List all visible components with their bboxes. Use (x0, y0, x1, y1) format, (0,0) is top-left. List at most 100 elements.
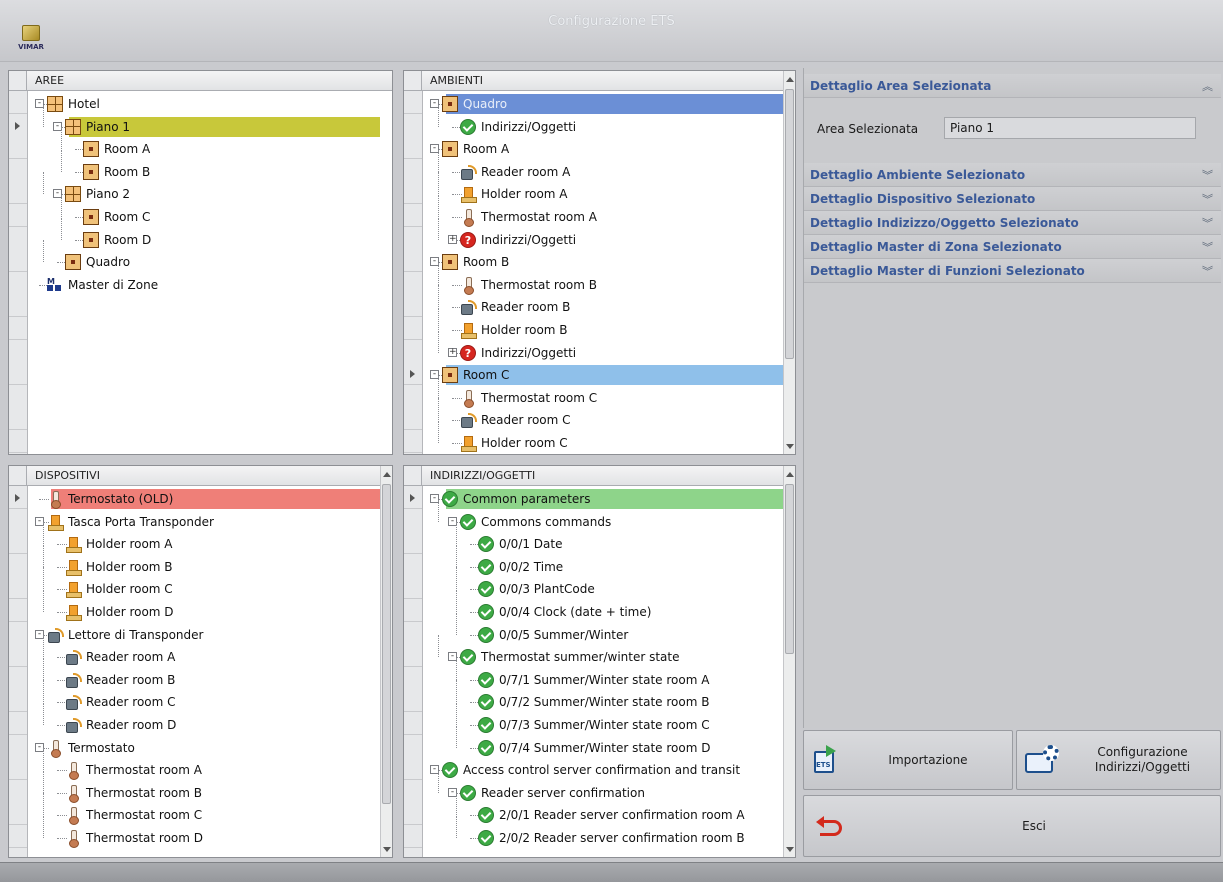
chevron-down-icon[interactable]: ︾ (1202, 191, 1213, 207)
tree-row[interactable]: - Tasca Porta Transponder (29, 511, 380, 533)
scroll-up-arrow-icon[interactable] (785, 468, 795, 480)
row-selector-cell[interactable] (404, 430, 422, 453)
row-selector-cell[interactable] (404, 712, 422, 735)
row-selector-cell[interactable] (404, 384, 422, 408)
tree-row[interactable]: Holder room D (29, 590, 380, 623)
row-selector-cell[interactable] (9, 734, 27, 758)
tree-row[interactable]: 2/0/2 Reader server confirmation room B (424, 816, 783, 849)
tree-row[interactable]: Holder room C (29, 567, 380, 600)
row-selector-cell[interactable] (9, 508, 27, 532)
row-selector-cell[interactable] (404, 576, 422, 600)
row-selector-cell[interactable] (9, 553, 27, 577)
row-selector-cell[interactable] (9, 407, 27, 431)
header-select-cell[interactable] (9, 466, 27, 485)
tree-row[interactable]: Quadro (29, 240, 380, 273)
current-row-indicator[interactable] (404, 486, 422, 509)
tree-row[interactable]: Reader room C (29, 680, 380, 713)
tree-row[interactable]: +? Indirizzi/Oggetti (424, 217, 783, 251)
config-addresses-button[interactable]: Configurazione Indirizzi/Oggetti (1016, 730, 1221, 790)
area-selezionata-field[interactable]: Piano 1 (944, 117, 1196, 139)
tree-row[interactable]: Holder room C (424, 421, 783, 454)
tree-row[interactable]: - Lettore di Transponder (29, 624, 380, 646)
tree-row[interactable]: - Quadro (424, 93, 783, 115)
accordion-master-funzioni-header[interactable]: Dettaglio Master di Funzioni Selezionato… (804, 259, 1221, 283)
indirizzi-scrollbar[interactable] (783, 466, 795, 857)
row-selector-cell[interactable] (404, 91, 422, 114)
expand-icon[interactable]: + (448, 347, 457, 357)
row-selector-cell[interactable] (404, 407, 422, 431)
tree-row[interactable]: Termostato (OLD) (29, 488, 380, 510)
tree-row[interactable]: Room D (29, 217, 380, 251)
tree-row[interactable]: 0/7/2 Summer/Winter state room B (424, 680, 783, 713)
row-selector-cell[interactable] (9, 91, 27, 114)
tree-row[interactable]: Holder room A (424, 172, 783, 205)
row-selector-cell[interactable] (404, 136, 422, 160)
tree-row[interactable]: 0/7/1 Summer/Winter state room A (424, 657, 783, 691)
tree-row[interactable]: - Piano 1 (29, 104, 380, 138)
row-selector-cell[interactable] (404, 779, 422, 803)
scroll-down-arrow-icon[interactable] (785, 843, 795, 855)
tree-row[interactable]: - Room B (424, 251, 783, 273)
ambienti-scrollbar[interactable] (783, 71, 795, 454)
row-selector-cell[interactable] (9, 271, 27, 295)
row-selector-cell[interactable] (404, 204, 422, 227)
tree-row[interactable]: Reader room B (424, 285, 783, 318)
row-selector-cell[interactable] (404, 644, 422, 668)
scrollbar-thumb[interactable] (785, 89, 794, 359)
row-selector-cell[interactable] (9, 712, 27, 735)
accordion-master-zona-header[interactable]: Dettaglio Master di Zona Selezionato ︾ (804, 235, 1221, 259)
row-selector-cell[interactable] (9, 689, 27, 713)
row-selector-cell[interactable] (9, 294, 27, 318)
tree-row[interactable]: 2/0/1 Reader server confirmation room A (424, 793, 783, 826)
header-select-cell[interactable] (404, 71, 422, 90)
tree-row[interactable]: - Room C (424, 364, 783, 386)
row-selector-cell[interactable] (9, 576, 27, 600)
tree-row[interactable]: - Reader server confirmation (424, 770, 783, 804)
tree-row[interactable]: Reader room D (29, 703, 380, 736)
row-selector-cell[interactable] (9, 802, 27, 826)
row-selector-cell[interactable] (9, 825, 27, 848)
row-selector-cell[interactable] (9, 452, 27, 454)
tree-row[interactable]: Reader room C (424, 398, 783, 431)
tree-row[interactable]: Thermostat room D (29, 816, 380, 849)
accordion-dispositivo-header[interactable]: Dettaglio Dispositivo Selezionato ︾ (804, 187, 1221, 211)
tree-row[interactable]: - Piano 2 (29, 172, 380, 205)
row-selector-cell[interactable] (9, 384, 27, 408)
tree-row[interactable]: - Thermostat summer/winter state (424, 635, 783, 668)
chevron-down-icon[interactable]: ︾ (1202, 239, 1213, 255)
tree-row[interactable]: Thermostat room A (29, 748, 380, 781)
tree-row[interactable]: Thermostat room B (29, 770, 380, 804)
scroll-up-arrow-icon[interactable] (785, 73, 795, 85)
scrollbar-thumb[interactable] (785, 484, 794, 654)
tree-row[interactable]: 0/7/3 Summer/Winter state room C (424, 703, 783, 736)
row-selector-cell[interactable] (9, 317, 27, 340)
tree-row[interactable]: Room C (29, 195, 380, 228)
row-selector-cell[interactable] (404, 599, 422, 622)
row-selector-cell[interactable] (9, 158, 27, 182)
tree-row[interactable]: Holder room B (29, 544, 380, 578)
scroll-down-arrow-icon[interactable] (382, 843, 392, 855)
chevron-down-icon[interactable]: ︾ (1202, 215, 1213, 231)
tree-row[interactable]: - Commons commands (424, 499, 783, 533)
tree-row[interactable]: Holder room B (424, 308, 783, 341)
row-selector-cell[interactable] (9, 779, 27, 803)
tree-row[interactable]: Reader room B (29, 657, 380, 691)
tree-row[interactable]: - Access control server confirmation and … (424, 759, 783, 781)
row-selector-cell[interactable] (404, 825, 422, 848)
row-selector-cell[interactable] (404, 271, 422, 295)
tree-row[interactable]: - Termostato (29, 737, 380, 759)
tree-row[interactable]: Thermostat room B (424, 262, 783, 296)
tree-row[interactable]: 0/0/5 Summer/Winter (424, 612, 783, 646)
header-select-cell[interactable] (404, 466, 422, 485)
row-selector-cell[interactable] (404, 249, 422, 273)
tree-row[interactable]: 0/0/1 Date (424, 522, 783, 555)
row-selector-cell[interactable] (404, 226, 422, 250)
tree-row[interactable]: 0/0/2 Time (424, 544, 783, 578)
row-selector-cell[interactable] (9, 666, 27, 690)
row-selector-cell[interactable] (9, 226, 27, 250)
scroll-up-arrow-icon[interactable] (382, 468, 392, 480)
row-selector-cell[interactable] (404, 666, 422, 690)
row-selector-cell[interactable] (9, 599, 27, 622)
row-selector-cell[interactable] (404, 508, 422, 532)
tree-row[interactable]: Thermostat room A (424, 195, 783, 228)
